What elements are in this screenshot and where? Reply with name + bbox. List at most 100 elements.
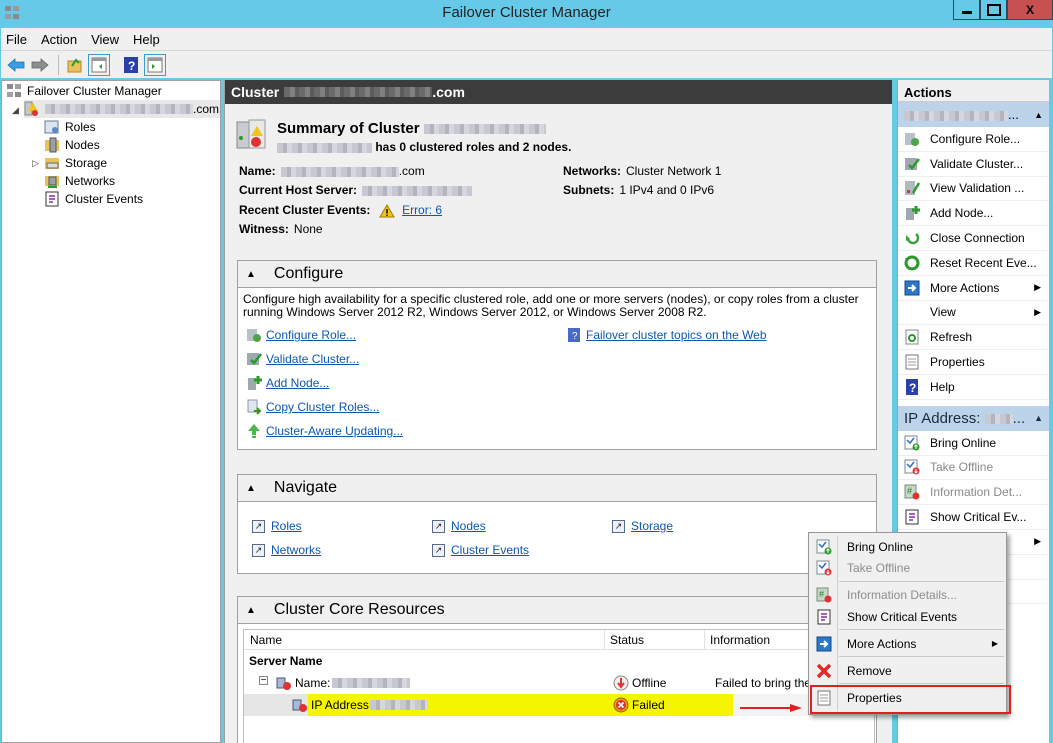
navigate-roles-link[interactable]: ↗ Roles xyxy=(252,519,302,533)
collapse-icon[interactable]: ▲ xyxy=(1034,413,1043,423)
navigate-networks-link[interactable]: ↗ Networks xyxy=(252,543,321,557)
action-reset-recent-eve[interactable]: Reset Recent Eve... xyxy=(898,251,1049,276)
column-header-name[interactable]: Name xyxy=(250,633,282,647)
properties-icon xyxy=(905,354,919,370)
validate-cluster-link[interactable]: Validate Cluster... xyxy=(246,351,359,367)
title-bar: Failover Cluster Manager X xyxy=(0,0,1053,28)
group-row: Server Name xyxy=(244,650,874,672)
cluster-events-icon xyxy=(45,191,59,207)
link-text: Cluster Events xyxy=(451,543,530,557)
error-count-link[interactable]: Error: 6 xyxy=(402,203,442,217)
navigate-header[interactable]: ▲ Navigate xyxy=(238,475,876,502)
maximize-button[interactable] xyxy=(980,0,1007,20)
view-validation-icon xyxy=(905,181,920,196)
section-title: Configure xyxy=(273,265,344,282)
configure-role-link[interactable]: Configure Role... xyxy=(246,327,356,343)
ip-actions-list: Bring Online Take Offline # Information Det… xyxy=(898,431,1049,530)
annotation-highlight-box xyxy=(810,685,1011,714)
tree-item-networks[interactable]: Networks xyxy=(44,172,115,190)
action-validate-cluster[interactable]: Validate Cluster... xyxy=(898,152,1049,177)
header-suffix: .com xyxy=(432,84,465,100)
cluster-summary-icon xyxy=(236,119,266,149)
menu-separator xyxy=(839,683,1004,684)
subnets-value: 1 IPv4 and 0 IPv6 xyxy=(619,183,715,197)
collapse-caret-icon[interactable]: ▲ xyxy=(246,605,256,616)
context-menu-show-critical-events[interactable]: Show Critical Events xyxy=(811,606,1004,627)
action-refresh[interactable]: Refresh xyxy=(898,325,1049,351)
minimize-button[interactable] xyxy=(953,0,980,20)
tree-item-cluster-events[interactable]: Cluster Events xyxy=(44,190,143,208)
column-separator[interactable] xyxy=(604,630,605,650)
validate-cluster-icon xyxy=(247,353,262,365)
action-more-actions[interactable]: More Actions ▶ xyxy=(898,276,1049,301)
collapse-toggle-icon[interactable]: − xyxy=(259,676,268,686)
tree-cluster[interactable]: .com xyxy=(24,100,220,118)
context-menu-bring-online[interactable]: Bring Online xyxy=(811,536,1004,557)
cluster-aware-updating-link[interactable]: Cluster-Aware Updating... xyxy=(246,423,403,439)
cluster-actions-list: Configure Role... Validate Cluster... View… xyxy=(898,127,1049,400)
ip-redacted xyxy=(984,413,1013,424)
context-menu-more-actions[interactable]: More Actions ▶ xyxy=(811,633,1004,654)
tree-item-storage[interactable]: Storage xyxy=(44,154,107,172)
ip-address-group-header[interactable]: IP Address: ... ▲ xyxy=(898,405,1049,431)
column-header-status[interactable]: Status xyxy=(610,633,644,647)
add-node-link[interactable]: Add Node... xyxy=(246,375,329,391)
cluster-name-redacted xyxy=(277,142,372,153)
configure-section: ▲ Configure Configure high availability f… xyxy=(237,260,877,450)
core-resources-header[interactable]: ▲ Cluster Core Resources xyxy=(238,597,876,624)
action-properties[interactable]: Properties xyxy=(898,350,1049,375)
collapse-icon[interactable]: ◢ xyxy=(12,105,19,116)
up-button[interactable] xyxy=(64,54,86,76)
show-hide-action-pane-button[interactable] xyxy=(144,53,166,76)
recent-events-field: Recent Cluster Events: Error: 6 xyxy=(239,203,442,218)
action-configure-role[interactable]: Configure Role... xyxy=(898,127,1049,152)
tree-root[interactable]: Failover Cluster Manager xyxy=(6,82,162,100)
action-help[interactable]: ? Help xyxy=(898,375,1049,400)
link-text: Configure Role... xyxy=(266,328,357,342)
navigate-storage-link[interactable]: ↗ Storage xyxy=(612,519,673,533)
menu-item-label: Information Details... xyxy=(847,587,958,602)
ip-action-bring-online[interactable]: Bring Online xyxy=(898,431,1049,456)
expand-icon[interactable]: ▷ xyxy=(32,158,39,169)
menu-bar: File Action View Help xyxy=(1,28,1052,50)
navigate-nodes-link[interactable]: ↗ Nodes xyxy=(432,519,486,533)
networks-icon xyxy=(45,176,59,188)
forward-button[interactable] xyxy=(29,54,51,76)
navigate-cluster-events-link[interactable]: ↗ Cluster Events xyxy=(432,543,529,557)
close-button[interactable]: X xyxy=(1007,0,1053,20)
svg-text:#: # xyxy=(907,486,912,496)
action-label: More Actions xyxy=(930,280,1000,295)
column-header-information[interactable]: Information xyxy=(710,633,770,647)
ip-action-show-critical-ev[interactable]: Show Critical Ev... xyxy=(898,505,1049,530)
menu-help[interactable]: Help xyxy=(133,32,160,47)
collapse-caret-icon[interactable]: ▲ xyxy=(246,269,256,280)
tree-item-label: Networks xyxy=(65,174,116,188)
action-view-validation[interactable]: View Validation ... xyxy=(898,177,1049,202)
link-text: Cluster-Aware Updating... xyxy=(266,424,404,438)
collapse-icon[interactable]: ▲ xyxy=(1034,110,1043,120)
menu-file[interactable]: File xyxy=(6,32,27,47)
back-button[interactable] xyxy=(5,54,27,76)
table-row[interactable]: − Name: Offline Failed to bring the r xyxy=(244,672,874,694)
column-separator[interactable] xyxy=(704,630,705,650)
action-close-connection[interactable]: Close Connection xyxy=(898,226,1049,251)
action-label: Take Offline xyxy=(930,460,994,475)
copy-cluster-roles-link[interactable]: Copy Cluster Roles... xyxy=(246,399,379,415)
annotation-arrow-icon xyxy=(740,704,802,712)
show-hide-console-tree-button[interactable] xyxy=(88,53,110,76)
action-add-node[interactable]: Add Node... xyxy=(898,201,1049,227)
failover-topics-web-link[interactable]: ? Failover cluster topics on the Web xyxy=(566,327,767,343)
roles-icon xyxy=(44,120,59,134)
tree-item-roles[interactable]: Roles xyxy=(44,118,96,136)
help-button[interactable]: ? xyxy=(120,54,142,76)
action-view[interactable]: View ▶ xyxy=(898,301,1049,326)
cluster-actions-group-header[interactable]: ... ▲ xyxy=(898,102,1049,127)
collapse-caret-icon[interactable]: ▲ xyxy=(246,483,256,494)
svg-text:#: # xyxy=(819,589,824,599)
menu-view[interactable]: View xyxy=(91,32,119,47)
network-name-icon xyxy=(276,677,291,690)
configure-header[interactable]: ▲ Configure xyxy=(238,261,876,288)
tree-item-nodes[interactable]: Nodes xyxy=(44,136,100,154)
menu-action[interactable]: Action xyxy=(41,32,77,47)
context-menu-remove[interactable]: Remove xyxy=(811,660,1004,681)
